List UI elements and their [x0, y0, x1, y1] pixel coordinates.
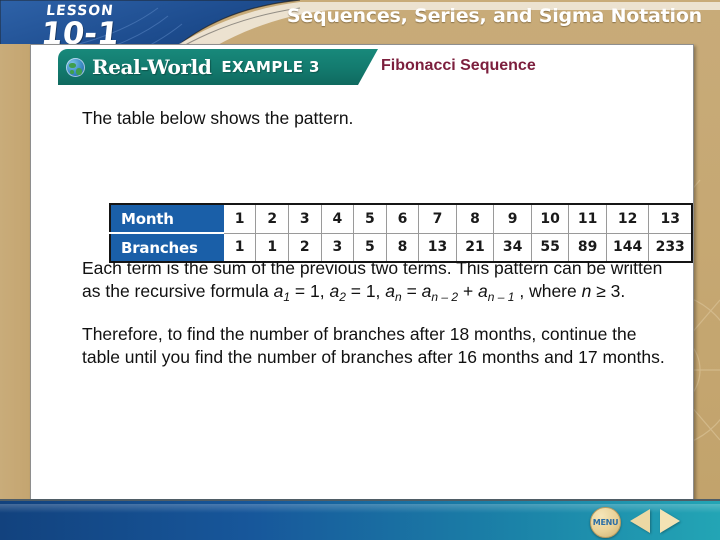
month-cell: 5	[353, 203, 387, 234]
variable-n: n	[581, 281, 592, 301]
month-cell: 13	[648, 203, 693, 234]
term-an-minus-2: a	[421, 281, 432, 301]
intro-text: The table below shows the pattern.	[82, 108, 354, 128]
eq-2: = 1,	[345, 281, 386, 301]
fibonacci-table: Month 1 2 3 4 5 6 7 8 9 10 11 12 13 Bran…	[109, 203, 693, 263]
menu-button-label: MENU	[592, 518, 619, 527]
triangle-right-icon[interactable]	[660, 509, 680, 533]
example-title: Fibonacci Sequence	[381, 57, 536, 74]
example-banner: Real-World EXAMPLE 3	[58, 49, 378, 85]
body-content: The table below shows the pattern.	[55, 107, 670, 144]
term-a2: a	[329, 281, 340, 301]
fibonacci-table-wrapper: Month 1 2 3 4 5 6 7 8 9 10 11 12 13 Bran…	[109, 203, 693, 263]
term-a2-subscript: 2	[339, 290, 346, 304]
term-an-subscript: n	[395, 290, 402, 304]
example-number-label: EXAMPLE 3	[221, 58, 320, 76]
month-cell: 6	[385, 203, 420, 234]
eq-1: = 1,	[290, 281, 325, 301]
menu-button[interactable]: MENU	[590, 507, 621, 538]
month-cell: 12	[605, 203, 650, 234]
paragraph-recursive-formula: Each term is the sum of the previous two…	[82, 257, 675, 309]
month-cell: 10	[530, 203, 570, 234]
month-cell: 9	[493, 203, 532, 234]
month-cell: 4	[320, 203, 355, 234]
month-cell: 3	[288, 203, 322, 234]
content-panel: Real-World EXAMPLE 3 Fibonacci Sequence …	[30, 44, 694, 501]
term-a1: a	[273, 281, 284, 301]
term-an-minus-2-subscript: n – 2	[431, 290, 459, 304]
month-cell: 8	[455, 203, 495, 234]
real-world-label: Real-World	[92, 55, 212, 79]
slide-canvas: LESSON 10-1 Sequences, Series, and Sigma…	[0, 0, 720, 540]
globe-icon	[66, 57, 85, 77]
explanation-block: Each term is the sum of the previous two…	[55, 257, 675, 369]
where-text: , where	[514, 281, 582, 301]
month-cell: 1	[222, 203, 257, 234]
eq-3: =	[401, 281, 422, 301]
plus-sign: +	[458, 281, 479, 301]
term-an-minus-1: a	[478, 281, 488, 301]
term-an: a	[385, 281, 396, 301]
month-cell: 2	[255, 203, 289, 234]
month-cell: 11	[568, 203, 607, 234]
slide-footer: MENU	[0, 499, 720, 540]
month-cell: 7	[418, 203, 457, 234]
paragraph-therefore: Therefore, to find the number of branche…	[82, 324, 665, 367]
triangle-left-icon[interactable]	[630, 509, 650, 533]
term-an-minus-1-subscript: n – 1	[487, 290, 515, 304]
condition-text: ≥ 3.	[591, 281, 626, 301]
table-row-month: Month 1 2 3 4 5 6 7 8 9 10 11 12 13	[109, 203, 693, 234]
row-label-month: Month	[109, 203, 224, 234]
chapter-title: Sequences, Series, and Sigma Notation	[286, 5, 702, 27]
left-tan-strip	[0, 44, 31, 499]
